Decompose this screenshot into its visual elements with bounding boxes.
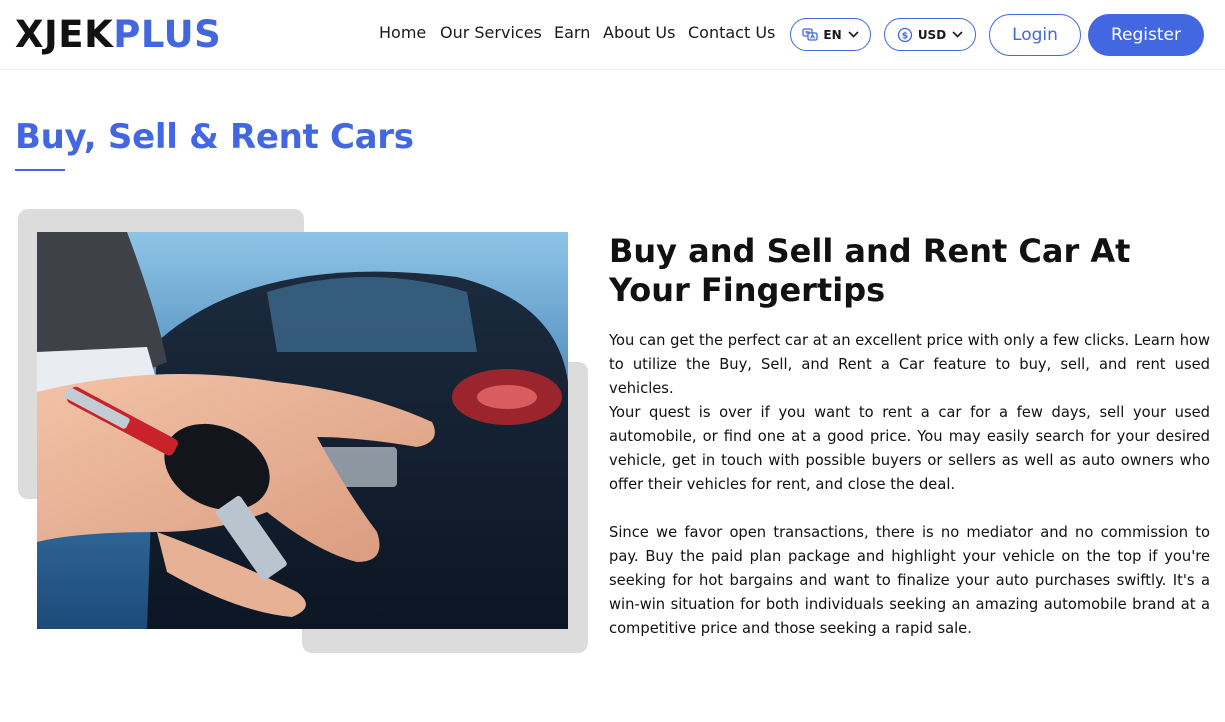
language-value: EN bbox=[823, 27, 842, 42]
logo-text-primary: XJEK bbox=[15, 13, 114, 56]
logo-text-accent: PLUS bbox=[113, 13, 222, 56]
nav-earn[interactable]: Earn bbox=[554, 23, 590, 43]
page-title: Buy, Sell & Rent Cars bbox=[15, 117, 414, 157]
login-button[interactable]: Login bbox=[989, 14, 1081, 56]
currency-value: USD bbox=[917, 27, 947, 42]
nav-about-us[interactable]: About Us bbox=[603, 23, 675, 43]
currency-selector[interactable]: $ USD bbox=[884, 18, 976, 51]
chevron-down-icon bbox=[952, 31, 963, 38]
benefits-paragraph: Since we favor open transactions, there … bbox=[609, 524, 1210, 637]
title-underline bbox=[15, 169, 65, 171]
nav-home[interactable]: Home bbox=[379, 23, 426, 43]
language-icon bbox=[802, 27, 819, 41]
site-logo[interactable]: XJEKPLUS bbox=[15, 13, 221, 57]
car-keys-photo bbox=[37, 232, 568, 629]
nav-contact-us[interactable]: Contact Us bbox=[688, 23, 775, 43]
currency-icon: $ bbox=[897, 27, 912, 42]
site-header: XJEKPLUS Home Our Services Earn About Us… bbox=[0, 0, 1225, 70]
register-button[interactable]: Register bbox=[1088, 14, 1204, 56]
car-keys-illustration bbox=[37, 232, 568, 629]
chevron-down-icon bbox=[848, 31, 859, 38]
intro-paragraph: You can get the perfect car at an excell… bbox=[609, 332, 1210, 397]
nav-our-services[interactable]: Our Services bbox=[440, 23, 542, 43]
section-heading: Buy and Sell and Rent Car At Your Finger… bbox=[609, 232, 1131, 309]
svg-text:$: $ bbox=[902, 31, 908, 41]
details-paragraph: Your quest is over if you want to rent a… bbox=[609, 404, 1210, 493]
language-selector[interactable]: EN bbox=[790, 18, 871, 51]
